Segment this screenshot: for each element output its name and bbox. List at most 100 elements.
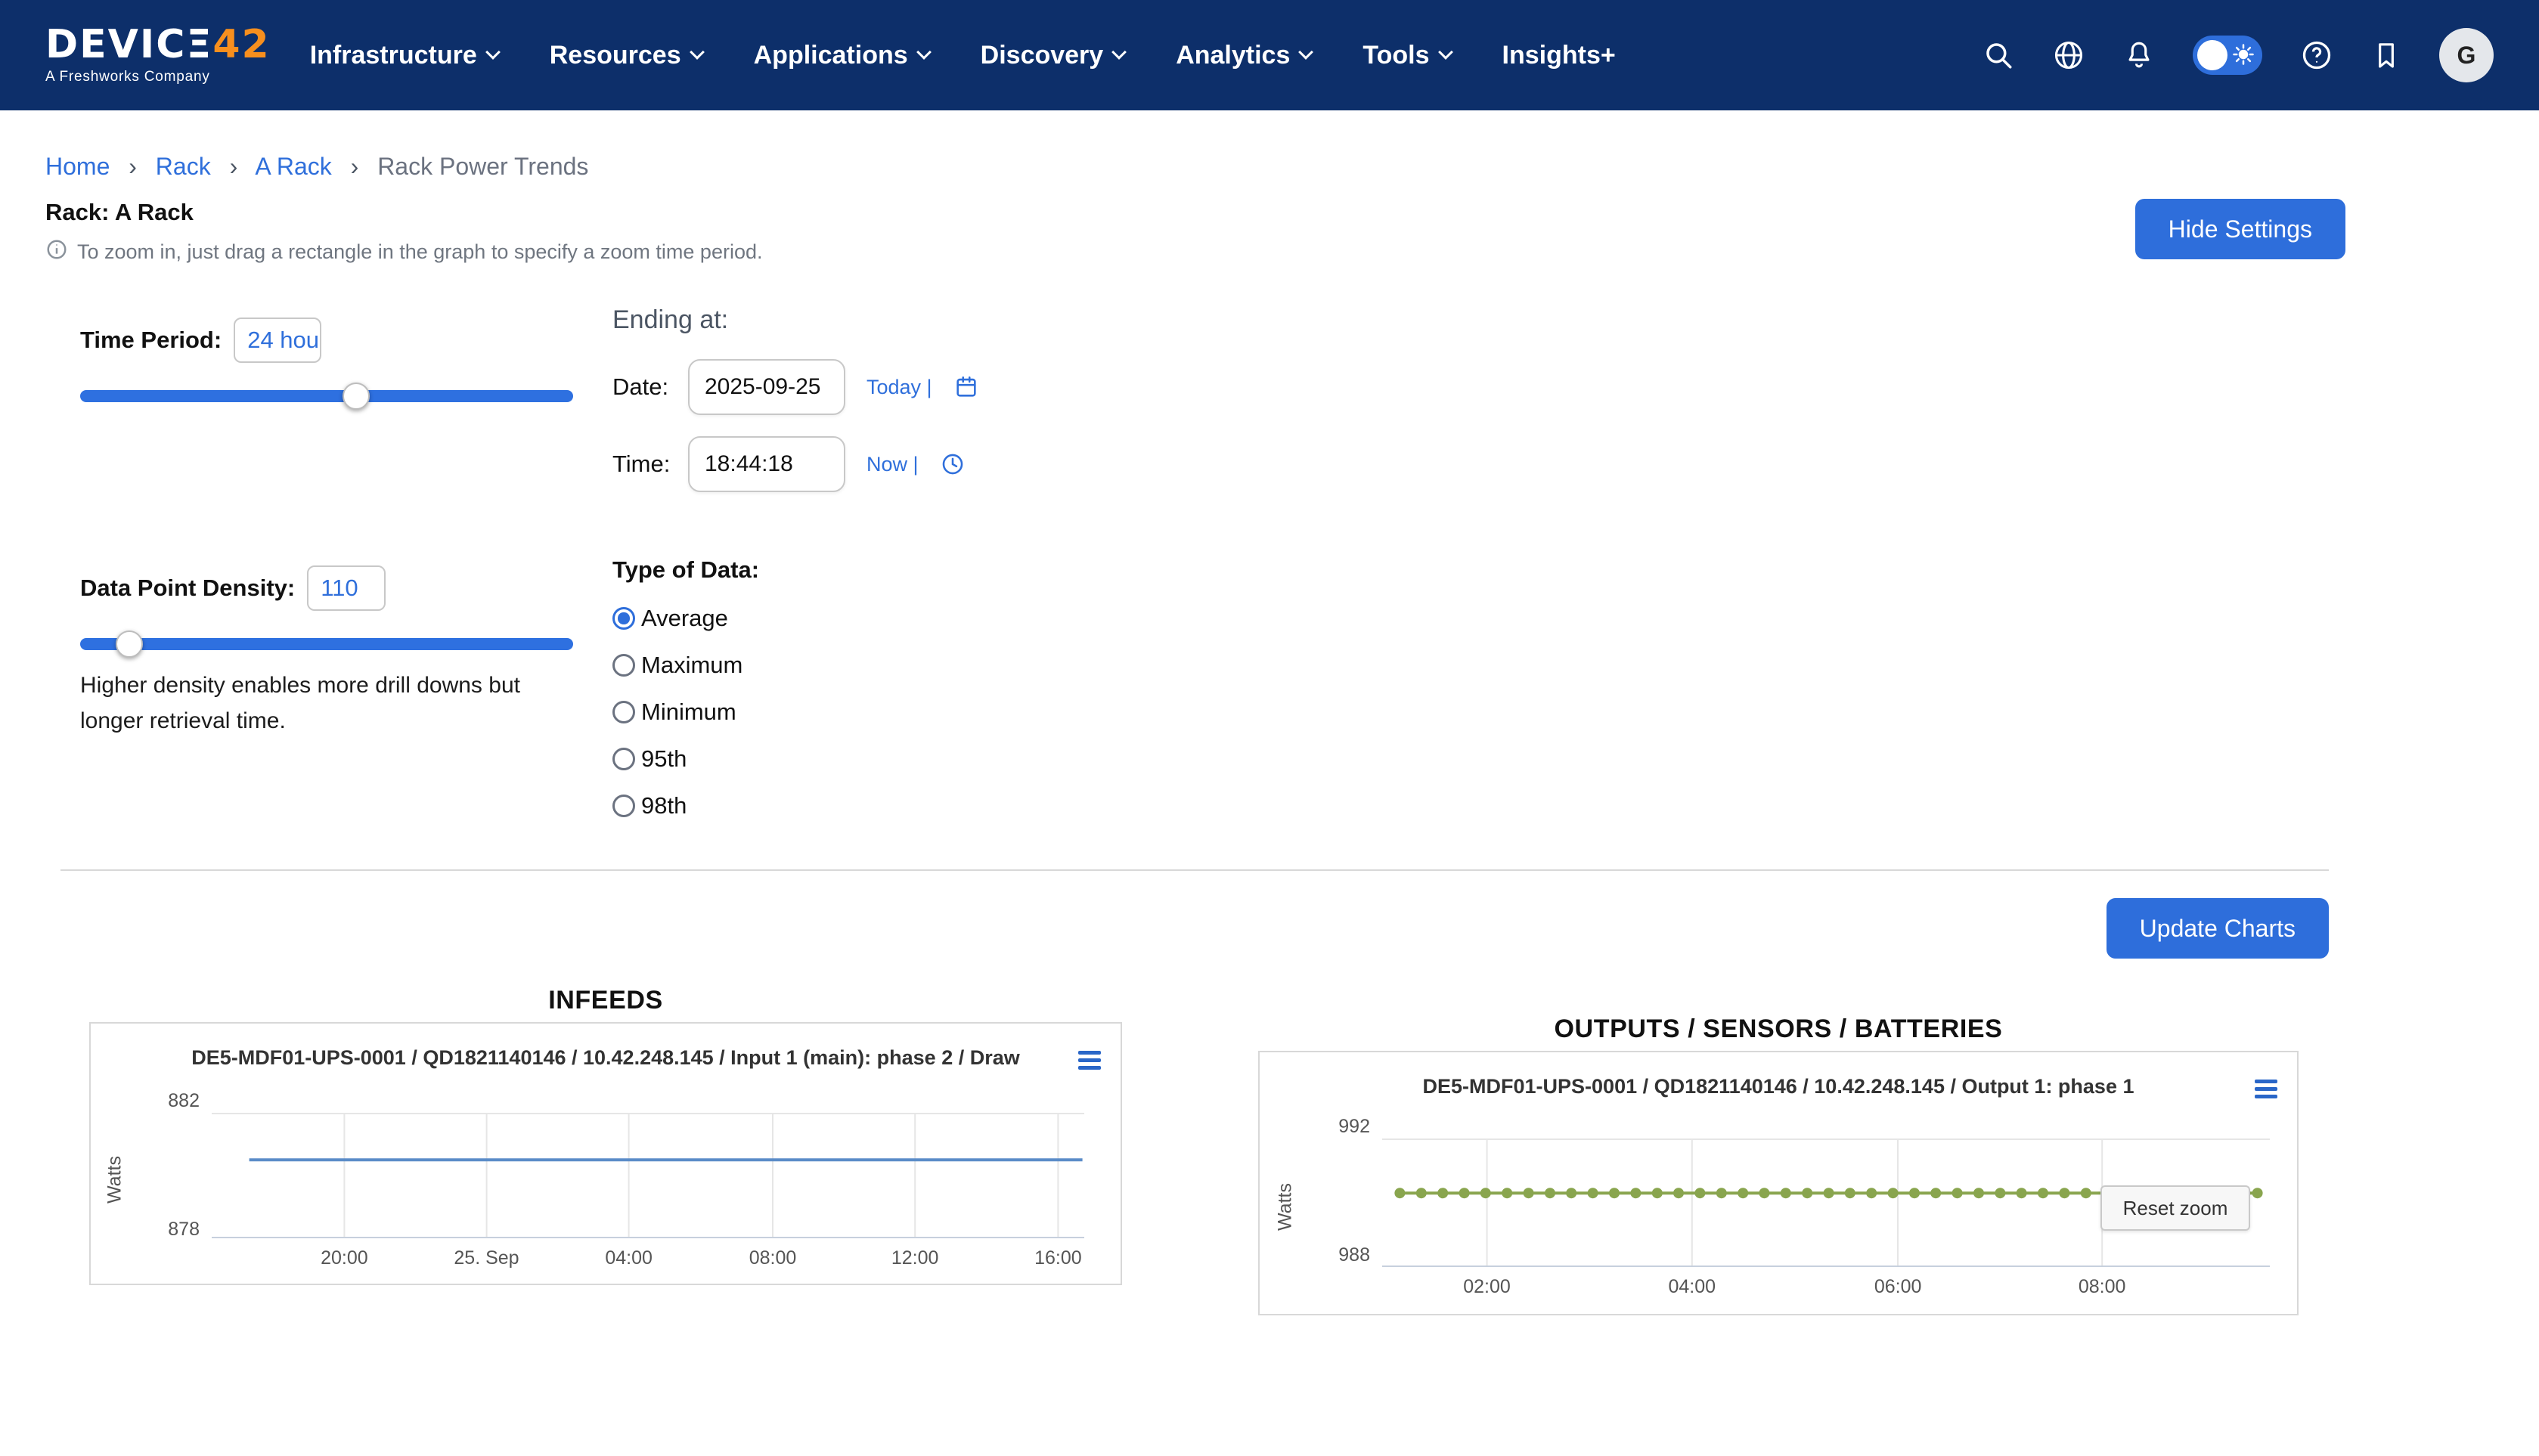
density-label: Data Point Density: <box>80 575 295 602</box>
sun-icon <box>2232 43 2255 66</box>
calendar-icon[interactable] <box>953 374 979 400</box>
page-title: Rack: A Rack <box>45 199 762 226</box>
time-period-input[interactable]: 24 hours <box>234 318 321 363</box>
time-period-slider[interactable] <box>80 390 573 402</box>
chart-menu-icon[interactable] <box>2255 1080 2277 1102</box>
radio-label: Average <box>641 605 728 632</box>
breadcrumb-separator: › <box>230 153 238 180</box>
menu-resources[interactable]: Resources <box>550 41 702 70</box>
bookmark-icon[interactable] <box>2371 40 2401 70</box>
y-tick: 882 <box>133 1090 200 1112</box>
globe-icon[interactable] <box>2052 39 2085 72</box>
radio-button-icon[interactable] <box>612 607 635 630</box>
update-charts-row: Update Charts <box>0 898 2329 959</box>
x-tick: 08:00 <box>749 1247 797 1269</box>
chart-menu-icon[interactable] <box>1078 1051 1101 1073</box>
breadcrumb-home[interactable]: Home <box>45 153 110 180</box>
time-input[interactable]: 18:44:18 <box>688 436 845 492</box>
zoom-hint-text: To zoom in, just drag a rectangle in the… <box>77 240 762 264</box>
outputs-chart-title: DE5-MDF01-UPS-0001 / QD1821140146 / 10.4… <box>1328 1075 2229 1098</box>
menu-infrastructure[interactable]: Infrastructure <box>310 41 498 70</box>
radio-button-icon[interactable] <box>612 748 635 770</box>
x-tick: 08:00 <box>2079 1276 2126 1298</box>
outputs-heading: OUTPUTS / SENSORS / BATTERIES <box>1258 1015 2299 1044</box>
radio-95th[interactable]: 95th <box>612 745 759 773</box>
radio-label: Minimum <box>641 699 736 726</box>
main-menu: Infrastructure Resources Applications Di… <box>310 41 1616 70</box>
time-period-slider-handle[interactable] <box>343 383 370 410</box>
breadcrumb-separator: › <box>129 153 137 180</box>
y-axis-title: Watts <box>104 1135 126 1225</box>
update-charts-button[interactable]: Update Charts <box>2107 898 2329 959</box>
radio-button-icon[interactable] <box>612 654 635 677</box>
theme-toggle[interactable] <box>2193 36 2262 75</box>
navbar-actions: G <box>1983 28 2494 82</box>
radio-button-icon[interactable] <box>612 701 635 723</box>
search-icon[interactable] <box>1983 39 2014 71</box>
menu-insights[interactable]: Insights+ <box>1502 41 1616 70</box>
zoom-hint: To zoom in, just drag a rectangle in the… <box>45 238 762 266</box>
menu-tools[interactable]: Tools <box>1363 41 1450 70</box>
outputs-chart: DE5-MDF01-UPS-0001 / QD1821140146 / 10.4… <box>1258 1051 2299 1315</box>
menu-applications[interactable]: Applications <box>754 41 929 70</box>
radio-minimum[interactable]: Minimum <box>612 699 759 726</box>
page-header-text: Rack: A Rack To zoom in, just drag a rec… <box>45 199 762 266</box>
density-slider[interactable] <box>80 638 573 650</box>
density-setting: Data Point Density: 110 Higher density e… <box>80 565 582 739</box>
breadcrumb-current: Rack Power Trends <box>377 153 588 180</box>
chevron-down-icon <box>1438 45 1453 60</box>
menu-discovery[interactable]: Discovery <box>981 41 1125 70</box>
menu-analytics[interactable]: Analytics <box>1176 41 1311 70</box>
settings-panel: Time Period: 24 hours Ending at: Date: 2… <box>0 305 2539 869</box>
now-link[interactable]: Now | <box>866 453 919 476</box>
radio-button-icon[interactable] <box>612 795 635 817</box>
infeeds-heading: INFEEDS <box>89 986 1122 1015</box>
menu-label: Applications <box>754 41 908 70</box>
breadcrumb: Home › Rack › A Rack › Rack Power Trends <box>45 153 2494 181</box>
breadcrumb-rack[interactable]: Rack <box>156 153 211 180</box>
type-of-data-heading: Type of Data: <box>612 556 759 584</box>
clock-icon[interactable] <box>940 451 966 477</box>
chevron-down-icon <box>916 45 932 60</box>
radio-98th[interactable]: 98th <box>612 792 759 819</box>
menu-label: Discovery <box>981 41 1104 70</box>
x-axis-ticks: 02:00 04:00 06:00 08:00 <box>1382 1276 2270 1300</box>
date-label: Date: <box>612 373 676 401</box>
time-period-label: Time Period: <box>80 327 222 354</box>
bell-icon[interactable] <box>2123 39 2155 71</box>
date-input[interactable]: 2025-09-25 <box>688 359 845 415</box>
info-icon <box>45 238 68 266</box>
x-tick: 04:00 <box>1668 1276 1716 1298</box>
menu-label: Insights+ <box>1502 41 1616 70</box>
avatar[interactable]: G <box>2439 28 2494 82</box>
radio-maximum[interactable]: Maximum <box>612 652 759 679</box>
device42-logo[interactable]: DEVICΞ42 A Freshworks Company <box>45 25 271 85</box>
chevron-down-icon <box>485 45 501 60</box>
page-header: Rack: A Rack To zoom in, just drag a rec… <box>45 199 2345 266</box>
hide-settings-button[interactable]: Hide Settings <box>2135 199 2345 259</box>
density-note: Higher density enables more drill downs … <box>80 668 582 739</box>
toggle-knob-icon <box>2197 40 2227 70</box>
menu-label: Analytics <box>1176 41 1290 70</box>
reset-zoom-button[interactable]: Reset zoom <box>2100 1185 2250 1231</box>
help-icon[interactable] <box>2300 39 2333 72</box>
density-slider-handle[interactable] <box>116 630 143 658</box>
menu-label: Infrastructure <box>310 41 477 70</box>
menu-label: Resources <box>550 41 681 70</box>
x-tick: 06:00 <box>1874 1276 1922 1298</box>
today-link[interactable]: Today | <box>866 376 932 399</box>
radio-label: 98th <box>641 792 687 819</box>
settings-divider <box>60 869 2329 871</box>
chart-plot-area[interactable] <box>212 1113 1084 1238</box>
ending-at-heading: Ending at: <box>612 305 979 335</box>
y-tick: 992 <box>1304 1116 1370 1138</box>
y-tick: 878 <box>133 1219 200 1241</box>
chevron-down-icon <box>1298 45 1313 60</box>
breadcrumb-a-rack[interactable]: A Rack <box>255 153 331 180</box>
logo-wordmark: DEVICΞ42 <box>45 25 271 64</box>
infeeds-chart-title: DE5-MDF01-UPS-0001 / QD1821140146 / 10.4… <box>159 1046 1052 1070</box>
radio-average[interactable]: Average <box>612 605 759 632</box>
density-input[interactable]: 110 <box>307 565 386 611</box>
logo-e-glyph: Ξ <box>186 22 212 67</box>
x-tick: 16:00 <box>1034 1247 1082 1269</box>
